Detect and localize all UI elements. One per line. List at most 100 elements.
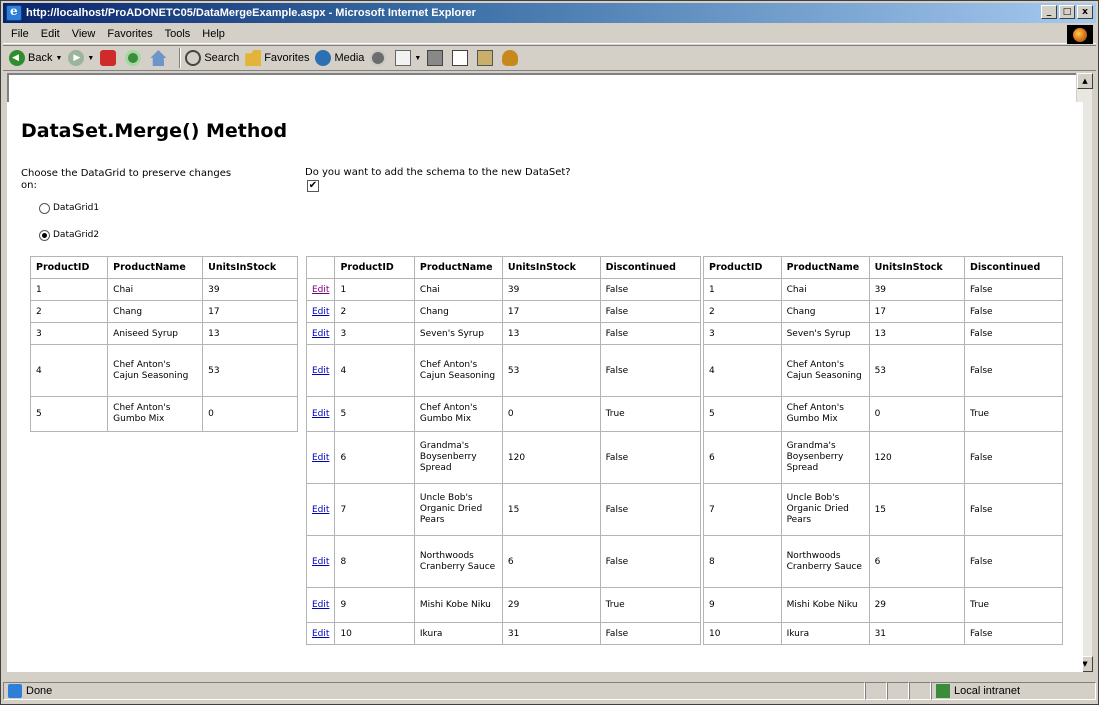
- table-row: Edit 8 Northwoods Cranberry Sauce 6 False: [305, 535, 702, 588]
- table-row: 5 Chef Anton's Gumbo Mix 0: [29, 396, 298, 432]
- cell-product-id: 5: [334, 396, 415, 432]
- refresh-button[interactable]: [125, 50, 144, 66]
- column-header: ProductID: [334, 256, 415, 279]
- status-panel: [865, 682, 887, 700]
- cell-product-id: 2: [334, 300, 415, 323]
- column-header: ProductName: [107, 256, 204, 279]
- edit-link[interactable]: Edit: [312, 600, 329, 610]
- cell-product-id: 2: [29, 300, 109, 323]
- column-header: Discontinued: [599, 256, 702, 279]
- menu-help[interactable]: Help: [196, 28, 231, 40]
- cell-units: 0: [202, 396, 298, 432]
- table-row: 7 Uncle Bob's Organic Dried Pears 15 False: [703, 483, 1064, 536]
- edit-link[interactable]: Edit: [312, 285, 329, 295]
- menu-tools[interactable]: Tools: [159, 28, 197, 40]
- cell-product-name: Seven's Syrup: [780, 322, 870, 345]
- table-row: Edit 10 Ikura 31 False: [305, 622, 702, 645]
- cell-product-name: Chang: [107, 300, 204, 323]
- table-row: 9 Mishi Kobe Niku 29 True: [703, 587, 1064, 623]
- favorites-label: Favorites: [264, 52, 310, 64]
- discuss-button[interactable]: [477, 50, 496, 66]
- cell-units: 29: [868, 587, 965, 623]
- status-panel: [909, 682, 931, 700]
- cell-product-id: 9: [703, 587, 782, 623]
- window-controls: _ □ x: [1041, 5, 1093, 19]
- cell-product-id: 6: [334, 431, 415, 484]
- cell-product-name: Aniseed Syrup: [107, 322, 204, 345]
- cell-edit: Edit: [305, 396, 336, 432]
- menu-view[interactable]: View: [66, 28, 102, 40]
- cell-product-id: 5: [29, 396, 109, 432]
- status-panel: [887, 682, 909, 700]
- back-button[interactable]: Back ▼: [9, 50, 62, 66]
- dropdown-arrow-icon[interactable]: ▼: [55, 55, 62, 62]
- datagrid1: ProductID ProductName UnitsInStock 1 Cha…: [29, 256, 298, 432]
- cell-units: 17: [868, 300, 965, 323]
- maximize-button[interactable]: □: [1059, 5, 1075, 19]
- history-icon: [370, 50, 387, 66]
- search-button[interactable]: Search: [185, 50, 239, 66]
- cell-product-id: 3: [29, 322, 109, 345]
- radio-datagrid1[interactable]: [39, 203, 50, 214]
- cell-edit: Edit: [305, 431, 336, 484]
- column-header: Discontinued: [963, 256, 1064, 279]
- table-row: 5 Chef Anton's Gumbo Mix 0 True: [703, 396, 1064, 432]
- page-title: DataSet.Merge() Method: [21, 120, 288, 142]
- cell-product-name: Chang: [780, 300, 870, 323]
- forward-button[interactable]: ▼: [68, 50, 94, 66]
- edit-page-button[interactable]: [452, 50, 471, 66]
- close-button[interactable]: x: [1077, 5, 1093, 19]
- cell-edit: Edit: [305, 300, 336, 323]
- cell-product-name: Seven's Syrup: [413, 322, 503, 345]
- window-title: http://localhost/ProADONETC05/DataMergeE…: [26, 7, 476, 19]
- scroll-up-button[interactable]: ▲: [1077, 73, 1093, 89]
- menu-favorites[interactable]: Favorites: [101, 28, 158, 40]
- mail-button[interactable]: ▼: [395, 50, 421, 66]
- cell-product-name: Chef Anton's Gumbo Mix: [780, 396, 870, 432]
- cell-product-name: Chef Anton's Gumbo Mix: [413, 396, 503, 432]
- print-button[interactable]: [427, 50, 446, 66]
- table-row: 4 Chef Anton's Cajun Seasoning 53 False: [703, 344, 1064, 397]
- cell-discontinued: True: [963, 587, 1064, 623]
- minimize-button[interactable]: _: [1041, 5, 1057, 19]
- cell-units: 15: [501, 483, 601, 536]
- cell-product-name: Northwoods Cranberry Sauce: [413, 535, 503, 588]
- media-icon: [315, 50, 332, 66]
- internet-explorer-icon: [6, 4, 22, 21]
- menu-bar: File Edit View Favorites Tools Help: [3, 24, 1096, 44]
- edit-link[interactable]: Edit: [312, 307, 329, 317]
- cell-units: 17: [202, 300, 298, 323]
- media-label: Media: [334, 52, 365, 64]
- dropdown-arrow-icon[interactable]: ▼: [87, 55, 94, 62]
- cell-product-name: Grandma's Boysenberry Spread: [780, 431, 870, 484]
- schema-checkbox[interactable]: ✔: [307, 180, 319, 192]
- home-button[interactable]: [150, 50, 169, 66]
- edit-link[interactable]: Edit: [312, 453, 329, 463]
- edit-icon: [452, 50, 469, 66]
- history-button[interactable]: [370, 50, 389, 66]
- radio-datagrid2[interactable]: [39, 230, 50, 241]
- cell-product-name: Chef Anton's Gumbo Mix: [107, 396, 204, 432]
- edit-link[interactable]: Edit: [312, 629, 329, 639]
- edit-link[interactable]: Edit: [312, 557, 329, 567]
- choose-grid-label: Choose the DataGrid to preserve changes: [21, 168, 232, 179]
- media-button[interactable]: Media: [315, 50, 364, 66]
- favorites-button[interactable]: Favorites: [245, 50, 309, 66]
- cell-units: 6: [868, 535, 965, 588]
- cell-product-name: Mishi Kobe Niku: [780, 587, 870, 623]
- edit-link[interactable]: Edit: [312, 366, 329, 376]
- table-row: 3 Aniseed Syrup 13: [29, 322, 298, 345]
- column-header-edit: [305, 256, 336, 279]
- messenger-button[interactable]: [502, 50, 521, 66]
- edit-link[interactable]: Edit: [312, 329, 329, 339]
- messenger-icon: [502, 50, 519, 66]
- printer-icon: [427, 50, 444, 66]
- cell-product-name: Chai: [107, 278, 204, 301]
- edit-link[interactable]: Edit: [312, 505, 329, 515]
- edit-link[interactable]: Edit: [312, 409, 329, 419]
- stop-button[interactable]: [100, 50, 119, 66]
- menu-file[interactable]: File: [3, 28, 35, 40]
- zone-text: Local intranet: [954, 685, 1021, 697]
- menu-edit[interactable]: Edit: [35, 28, 66, 40]
- dropdown-arrow-icon[interactable]: ▼: [414, 55, 421, 62]
